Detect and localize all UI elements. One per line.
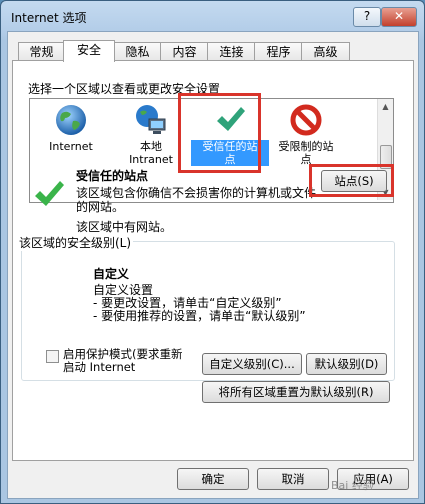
tab-security[interactable]: 安全 — [63, 40, 115, 62]
security-level-description: 自定义设置 - 要更改设置，请单击“自定义级别” - 要使用推荐的设置，请单击“… — [93, 283, 306, 323]
globe-icon — [56, 105, 86, 135]
watermark: Bai 经验 — [331, 479, 374, 492]
zone-restricted-sites[interactable]: 受限制的站 点 — [267, 103, 345, 166]
protected-mode-label[interactable]: 启用保护模式(要求重新 启动 Internet — [63, 348, 198, 374]
selected-zone-note: 该区域中有网站。 — [76, 220, 173, 234]
tab-advanced[interactable]: 高级 — [301, 42, 350, 61]
security-level-legend: 该区域的安全级别(L) — [17, 234, 134, 251]
cancel-button[interactable]: 取消 — [257, 468, 329, 490]
trusted-sites-check-icon — [35, 181, 64, 206]
zone-label-internet: Internet — [49, 140, 93, 153]
scroll-up-arrow-icon[interactable]: ▲ — [378, 99, 393, 114]
window-title: Internet 选项 — [11, 11, 87, 25]
red-prohibited-icon — [290, 104, 322, 136]
tab-programs[interactable]: 程序 — [254, 42, 303, 61]
tab-general[interactable]: 常规 — [18, 42, 65, 61]
security-level-title: 自定义 — [93, 267, 130, 281]
tab-content[interactable]: 内容 — [160, 42, 209, 61]
reset-all-zones-button[interactable]: 将所有区域重置为默认级别(R) — [202, 381, 390, 403]
highlight-box-trusted-zone — [178, 93, 261, 173]
internet-options-window: Internet 选项 ? ✕ 常规 安全 隐私 内容 连接 程序 高级 选择一… — [0, 0, 425, 504]
protected-mode-checkbox[interactable] — [46, 350, 59, 363]
ok-button[interactable]: 确定 — [177, 468, 249, 490]
selected-zone-title: 受信任的站点 — [76, 169, 149, 183]
highlight-box-sites-button — [309, 164, 394, 197]
help-button[interactable]: ? — [353, 7, 381, 27]
tab-privacy[interactable]: 隐私 — [113, 42, 162, 61]
selected-zone-description: 该区域包含你确信不会损害你的计算机或文件的网站。 — [76, 186, 317, 214]
zone-label-restricted-sites: 受限制的站 点 — [278, 140, 334, 166]
tab-connections[interactable]: 连接 — [207, 42, 256, 61]
title-bar[interactable]: Internet 选项 ? ✕ — [1, 1, 424, 31]
network-computer-icon — [136, 105, 166, 134]
custom-level-button[interactable]: 自定义级别(C)... — [202, 353, 302, 375]
default-level-button[interactable]: 默认级别(D) — [306, 353, 387, 375]
close-button[interactable]: ✕ — [381, 7, 417, 27]
zone-internet[interactable]: Internet — [32, 103, 110, 153]
